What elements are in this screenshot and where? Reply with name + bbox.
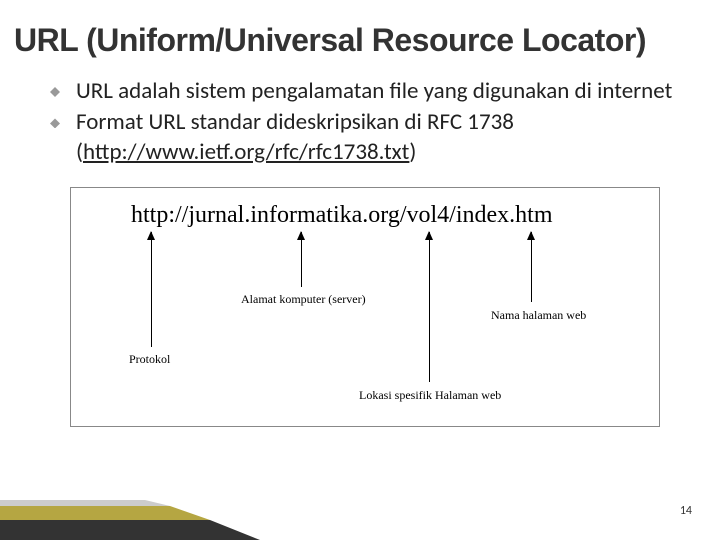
url-diagram: http://jurnal.informatika.org/vol4/index…: [70, 187, 660, 427]
bullet-item: URL adalah sistem pengalamatan file yang…: [50, 77, 690, 106]
label-protokol: Protokol: [129, 352, 170, 367]
bullet-list: URL adalah sistem pengalamatan file yang…: [0, 77, 720, 167]
arrow-lokasi: [429, 232, 430, 382]
arrow-alamat: [301, 232, 302, 287]
rfc-link[interactable]: http://www.ietf.org/rfc/rfc1738.txt: [83, 138, 409, 166]
label-alamat: Alamat komputer (server): [241, 292, 366, 307]
bullet-item: Format URL standar dideskripsikan di RFC…: [50, 108, 690, 167]
corner-accent: [0, 500, 280, 540]
bullet-text: URL adalah sistem pengalamatan file yang…: [76, 77, 672, 105]
arrow-protokol: [151, 232, 152, 347]
example-url: http://jurnal.informatika.org/vol4/index…: [131, 202, 553, 229]
label-nama: Nama halaman web: [491, 308, 586, 323]
slide-title: URL (Uniform/Universal Resource Locator): [0, 0, 720, 77]
page-number: 14: [680, 504, 692, 518]
arrow-nama: [531, 232, 532, 302]
bullet-text-post: ): [409, 138, 416, 166]
label-lokasi: Lokasi spesifik Halaman web: [359, 388, 501, 403]
